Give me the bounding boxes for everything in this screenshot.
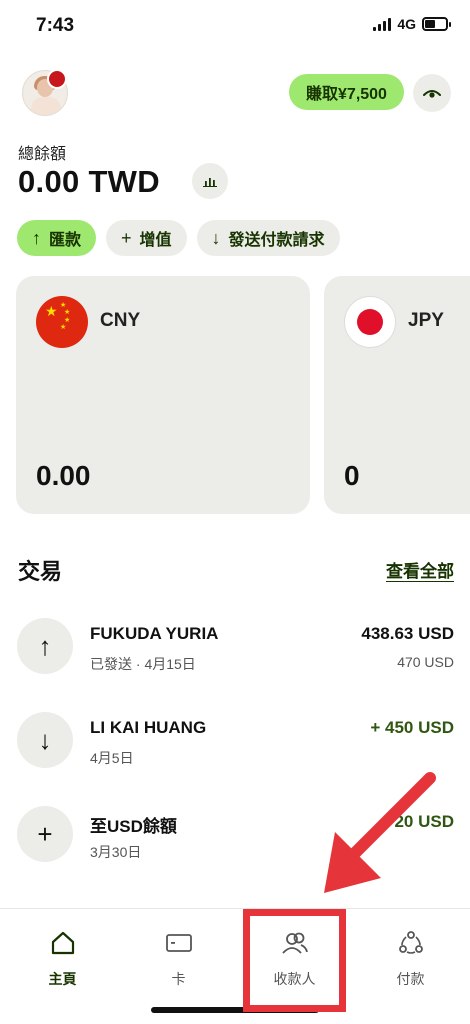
insights-button[interactable] [192,163,228,199]
add-money-button[interactable]: + 增值 [106,220,187,256]
transaction-name: LI KAI HUANG [90,718,207,737]
nav-label: 卡 [171,971,186,987]
transaction-amount: + 20 USD [379,812,454,831]
status-indicators: 4G [373,16,451,32]
status-bar: 7:43 4G [0,0,470,52]
china-flag-icon: ★ ★ ★ ★ ★ [36,296,88,348]
transaction-row[interactable]: ↑ FUKUDA YURIA 已發送 · 4月15日 438.63 USD 47… [0,618,470,688]
request-payment-button[interactable]: ↓ 發送付款請求 [196,220,340,256]
currency-code: CNY [100,310,141,331]
send-money-label: 匯款 [49,232,82,249]
currency-code: JPY [408,310,444,331]
transaction-detail: 已發送 · 4月15日 [90,656,196,672]
annotation-highlight-box [243,909,346,1012]
nav-item-home[interactable]: 主頁 [4,909,121,1009]
balance-label: 總餘額 [18,146,67,163]
currency-cards: ★ ★ ★ ★ ★ CNY 0.00 JPY 0 [16,276,470,514]
currency-card-cny[interactable]: ★ ★ ★ ★ ★ CNY 0.00 [16,276,310,514]
action-bar: ↑ 匯款 + 增值 ↓ 發送付款請求 [17,220,340,256]
nav-label: 主頁 [48,971,77,987]
network-type: 4G [397,16,416,32]
transactions-title: 交易 [18,559,63,584]
transaction-row[interactable]: + 至USD餘額 3月30日 + 20 USD [0,806,470,876]
balance-value: 0.00 TWD [18,164,160,199]
arrow-up-icon: ↑ [17,618,73,674]
nav-item-card[interactable]: 卡 [120,909,237,1009]
card-icon [165,929,193,957]
nav-label: 付款 [396,971,425,987]
arrow-up-icon: ↑ [32,227,41,248]
signal-icon [373,17,392,31]
nav-item-payments[interactable]: 付款 [352,909,469,1009]
request-payment-label: 發送付款請求 [228,232,325,249]
send-money-button[interactable]: ↑ 匯款 [17,220,97,256]
japan-flag-icon [344,296,396,348]
currency-amount: 0.00 [36,460,91,491]
transaction-amount: + 450 USD [370,718,454,737]
plus-icon: + [121,227,132,248]
view-all-link[interactable]: 查看全部 [386,557,454,582]
transaction-detail: 3月30日 [90,844,142,860]
transaction-amount: 438.63 USD [361,624,454,643]
battery-icon [422,17,451,31]
plus-icon: + [17,806,73,862]
bar-chart-icon [203,178,217,187]
add-money-label: 增值 [139,232,172,249]
transaction-name: FUKUDA YURIA [90,624,219,643]
status-time: 7:43 [36,15,75,36]
payments-icon [397,929,425,957]
earn-reward-button[interactable]: 賺取¥7,500 [289,74,404,110]
transaction-detail: 4月5日 [90,750,134,766]
arrow-down-icon: ↓ [17,712,73,768]
currency-card-jpy[interactable]: JPY 0 [324,276,470,514]
eye-icon [423,90,441,98]
notification-badge [47,69,67,89]
transaction-amount-secondary: 470 USD [397,654,454,670]
transaction-name: 至USD餘額 [90,817,177,836]
home-icon [49,929,77,957]
transaction-row[interactable]: ↓ LI KAI HUANG 4月5日 + 450 USD [0,712,470,782]
currency-amount: 0 [344,460,360,491]
arrow-down-icon: ↓ [211,227,221,248]
toggle-visibility-button[interactable] [413,74,451,112]
